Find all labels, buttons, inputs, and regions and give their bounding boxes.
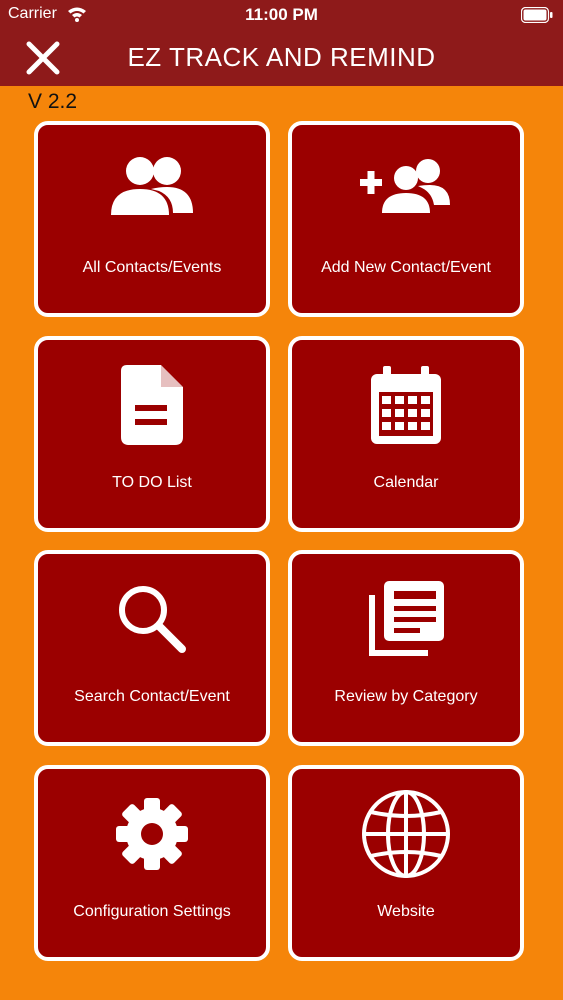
- tile-label: Configuration Settings: [73, 903, 231, 920]
- search-icon: [38, 574, 266, 664]
- website-button[interactable]: Website: [288, 765, 524, 961]
- tile-label: Calendar: [373, 474, 439, 491]
- tile-label: Review by Category: [334, 688, 478, 705]
- page-title: EZ TRACK AND REMIND: [127, 42, 436, 72]
- review-by-category-button[interactable]: Review by Category: [288, 550, 524, 746]
- todo-list-button[interactable]: TO DO List: [34, 336, 270, 532]
- configuration-settings-button[interactable]: Configuration Settings: [34, 765, 270, 961]
- tile-label: Website: [377, 903, 435, 920]
- tile-label: Add New Contact/Event: [321, 259, 491, 276]
- tile-label: TO DO List: [112, 474, 192, 491]
- globe-icon: [292, 789, 520, 879]
- battery-icon: [520, 6, 553, 28]
- user-plus-icon: [292, 145, 520, 235]
- tile-label: All Contacts/Events: [82, 259, 222, 276]
- document-icon: [38, 360, 266, 450]
- all-contacts-events-button[interactable]: All Contacts/Events: [34, 121, 270, 317]
- list-copy-icon: [292, 574, 520, 664]
- calendar-button[interactable]: Calendar: [288, 336, 524, 532]
- gear-icon: [38, 789, 266, 879]
- add-new-contact-event-button[interactable]: Add New Contact/Event: [288, 121, 524, 317]
- version-label: V 2.2: [28, 90, 78, 113]
- users-icon: [38, 145, 266, 235]
- search-contact-event-button[interactable]: Search Contact/Event: [34, 550, 270, 746]
- app-header: EZ TRACK AND REMIND: [0, 30, 563, 86]
- tile-label: Search Contact/Event: [74, 688, 230, 705]
- calendar-icon: [292, 360, 520, 450]
- clock-time: 11:00 PM: [245, 5, 318, 24]
- status-bar: Carrier 11:00 PM: [0, 0, 563, 30]
